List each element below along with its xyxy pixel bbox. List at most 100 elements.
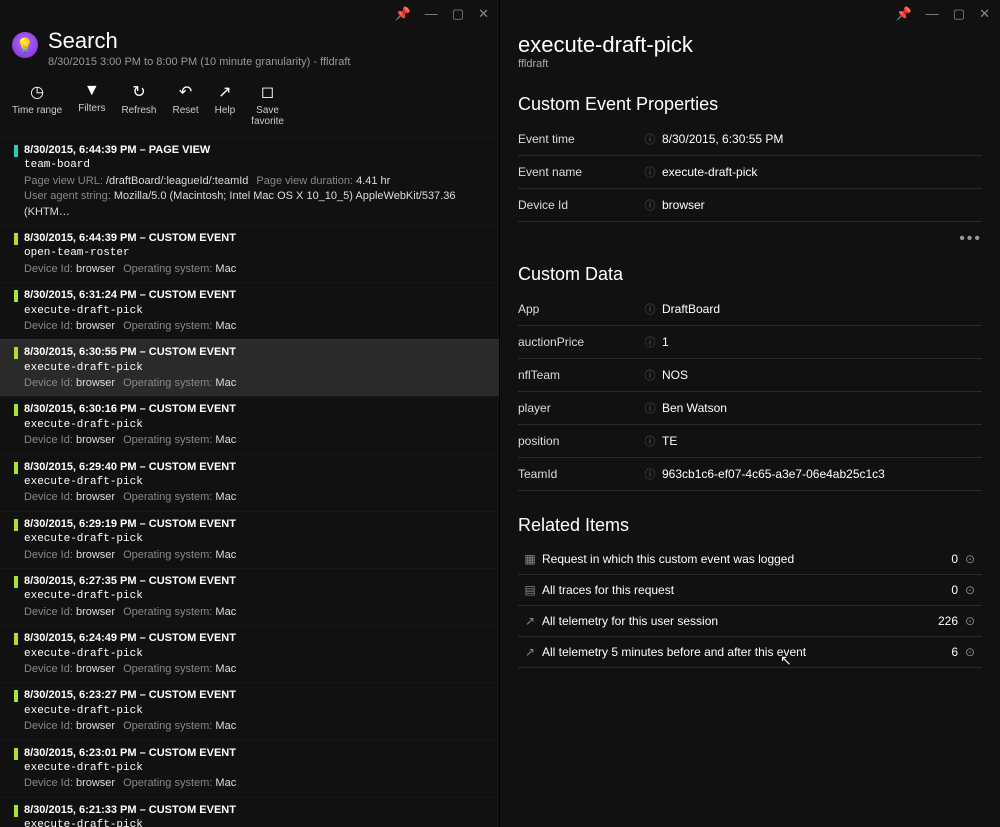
event-color-bar <box>14 519 18 531</box>
page-title: Search <box>48 28 350 54</box>
info-icon[interactable]: ⓘ <box>638 131 662 147</box>
minimize-icon[interactable]: — <box>926 6 939 22</box>
event-heading: 8/30/2015, 6:44:39 PM – CUSTOM EVENT <box>24 231 489 246</box>
info-icon[interactable]: ⓘ <box>638 164 662 180</box>
event-name: execute-draft-pick <box>24 761 489 776</box>
event-heading: 8/30/2015, 6:23:01 PM – CUSTOM EVENT <box>24 746 489 761</box>
event-row[interactable]: 8/30/2015, 6:23:27 PM – CUSTOM EVENT exe… <box>0 682 499 739</box>
app-insights-icon: 💡 <box>12 32 38 58</box>
event-heading: 8/30/2015, 6:27:35 PM – CUSTOM EVENT <box>24 574 489 589</box>
event-name: team-board <box>24 158 489 173</box>
toolbar-refresh[interactable]: ↻Refresh <box>121 82 156 127</box>
event-list[interactable]: 8/30/2015, 6:44:39 PM – PAGE VIEW team-b… <box>0 137 499 827</box>
related-label: All telemetry 5 minutes before and after… <box>542 645 918 659</box>
event-row[interactable]: 8/30/2015, 6:27:35 PM – CUSTOM EVENT exe… <box>0 568 499 625</box>
pin-icon[interactable]: 📌 <box>395 6 411 22</box>
toolbar-icon: ↻ <box>132 82 145 102</box>
pin-icon[interactable]: 📌 <box>896 6 912 22</box>
event-name: execute-draft-pick <box>24 818 489 827</box>
property-row[interactable]: nflTeam ⓘ NOS <box>518 359 982 392</box>
related-count: 0 <box>918 583 958 597</box>
event-row[interactable]: 8/30/2015, 6:31:24 PM – CUSTOM EVENT exe… <box>0 282 499 339</box>
toolbar-time-range[interactable]: ◷Time range <box>12 82 62 127</box>
event-name: execute-draft-pick <box>24 647 489 662</box>
event-color-bar <box>14 462 18 474</box>
chevron-right-icon[interactable]: ⊙ <box>958 614 982 628</box>
event-details: Device Id: browserOperating system: Mac <box>24 262 489 277</box>
info-icon[interactable]: ⓘ <box>638 301 662 317</box>
info-icon[interactable]: ⓘ <box>638 400 662 416</box>
event-name: execute-draft-pick <box>24 418 489 433</box>
property-value: 1 <box>662 335 982 349</box>
maximize-icon[interactable]: ▢ <box>953 6 965 22</box>
event-row[interactable]: 8/30/2015, 6:44:39 PM – CUSTOM EVENT ope… <box>0 225 499 282</box>
event-heading: 8/30/2015, 6:30:55 PM – CUSTOM EVENT <box>24 345 489 360</box>
info-icon[interactable]: ⓘ <box>638 433 662 449</box>
event-row[interactable]: 8/30/2015, 6:29:19 PM – CUSTOM EVENT exe… <box>0 511 499 568</box>
toolbar-label: Reset <box>172 105 198 116</box>
event-row[interactable]: 8/30/2015, 6:44:39 PM – PAGE VIEW team-b… <box>0 137 499 225</box>
property-row[interactable]: Event name ⓘ execute-draft-pick <box>518 156 982 189</box>
custom-event-properties-section: Custom Event Properties Event time ⓘ 8/3… <box>500 88 1000 226</box>
property-key: Device Id <box>518 198 638 212</box>
page-subtitle: 8/30/2015 3:00 PM to 8:00 PM (10 minute … <box>48 56 350 68</box>
event-heading: 8/30/2015, 6:31:24 PM – CUSTOM EVENT <box>24 288 489 303</box>
property-value: NOS <box>662 368 982 382</box>
toolbar-filters[interactable]: ▼Filters <box>78 82 105 127</box>
related-icon: ▦ <box>518 552 542 566</box>
detail-pane: 📌 — ▢ ✕ execute-draft-pick ffldraft Cust… <box>500 0 1000 827</box>
event-row[interactable]: 8/30/2015, 6:30:55 PM – CUSTOM EVENT exe… <box>0 339 499 396</box>
info-icon[interactable]: ⓘ <box>638 466 662 482</box>
maximize-icon[interactable]: ▢ <box>452 6 464 22</box>
info-icon[interactable]: ⓘ <box>638 334 662 350</box>
related-icon: ▤ <box>518 583 542 597</box>
event-row[interactable]: 8/30/2015, 6:24:49 PM – CUSTOM EVENT exe… <box>0 625 499 682</box>
event-heading: 8/30/2015, 6:29:40 PM – CUSTOM EVENT <box>24 460 489 475</box>
window-controls-right: 📌 — ▢ ✕ <box>500 0 1000 24</box>
property-row[interactable]: TeamId ⓘ 963cb1c6-ef07-4c65-a3e7-06e4ab2… <box>518 458 982 491</box>
minimize-icon[interactable]: — <box>425 6 438 22</box>
event-row[interactable]: 8/30/2015, 6:21:33 PM – CUSTOM EVENT exe… <box>0 797 499 827</box>
event-heading: 8/30/2015, 6:24:49 PM – CUSTOM EVENT <box>24 631 489 646</box>
toolbar-icon: ◷ <box>30 82 44 102</box>
event-details: Device Id: browserOperating system: Mac <box>24 376 489 391</box>
event-name: open-team-roster <box>24 246 489 261</box>
related-item-row[interactable]: ▤ All traces for this request 0 ⊙ <box>518 575 982 606</box>
event-color-bar <box>14 145 18 157</box>
more-menu[interactable]: ••• <box>500 226 1000 258</box>
event-row[interactable]: 8/30/2015, 6:30:16 PM – CUSTOM EVENT exe… <box>0 396 499 453</box>
event-details: Device Id: browserOperating system: Mac <box>24 605 489 620</box>
property-row[interactable]: Event time ⓘ 8/30/2015, 6:30:55 PM <box>518 123 982 156</box>
event-color-bar <box>14 404 18 416</box>
property-row[interactable]: Device Id ⓘ browser <box>518 189 982 222</box>
chevron-right-icon[interactable]: ⊙ <box>958 583 982 597</box>
event-details: Page view URL: /draftBoard/:leagueId/:te… <box>24 174 489 220</box>
toolbar-reset[interactable]: ↶Reset <box>172 82 198 127</box>
property-row[interactable]: position ⓘ TE <box>518 425 982 458</box>
chevron-right-icon[interactable]: ⊙ <box>958 552 982 566</box>
event-row[interactable]: 8/30/2015, 6:29:40 PM – CUSTOM EVENT exe… <box>0 454 499 511</box>
related-item-row[interactable]: ↗ All telemetry for this user session 22… <box>518 606 982 637</box>
toolbar-save-favorite[interactable]: ◻ Save favorite <box>251 82 284 127</box>
property-row[interactable]: player ⓘ Ben Watson <box>518 392 982 425</box>
toolbar-icon: ◻ <box>261 82 274 102</box>
related-item-row[interactable]: ▦ Request in which this custom event was… <box>518 544 982 575</box>
event-heading: 8/30/2015, 6:44:39 PM – PAGE VIEW <box>24 143 489 158</box>
close-icon[interactable]: ✕ <box>979 6 990 22</box>
custom-data-section: Custom Data App ⓘ DraftBoard auctionPric… <box>500 258 1000 495</box>
related-item-row[interactable]: ↗ All telemetry 5 minutes before and aft… <box>518 637 982 668</box>
event-name: execute-draft-pick <box>24 475 489 490</box>
event-heading: 8/30/2015, 6:23:27 PM – CUSTOM EVENT <box>24 688 489 703</box>
property-key: player <box>518 401 638 415</box>
close-icon[interactable]: ✕ <box>478 6 489 22</box>
event-row[interactable]: 8/30/2015, 6:23:01 PM – CUSTOM EVENT exe… <box>0 740 499 797</box>
related-items-section: Related Items ▦ Request in which this cu… <box>500 509 1000 672</box>
info-icon[interactable]: ⓘ <box>638 197 662 213</box>
chevron-right-icon[interactable]: ⊙ <box>958 645 982 659</box>
info-icon[interactable]: ⓘ <box>638 367 662 383</box>
property-row[interactable]: auctionPrice ⓘ 1 <box>518 326 982 359</box>
event-details: Device Id: browserOperating system: Mac <box>24 433 489 448</box>
toolbar-label: Save favorite <box>251 105 284 127</box>
toolbar-help[interactable]: ↗Help <box>215 82 236 127</box>
property-row[interactable]: App ⓘ DraftBoard <box>518 293 982 326</box>
